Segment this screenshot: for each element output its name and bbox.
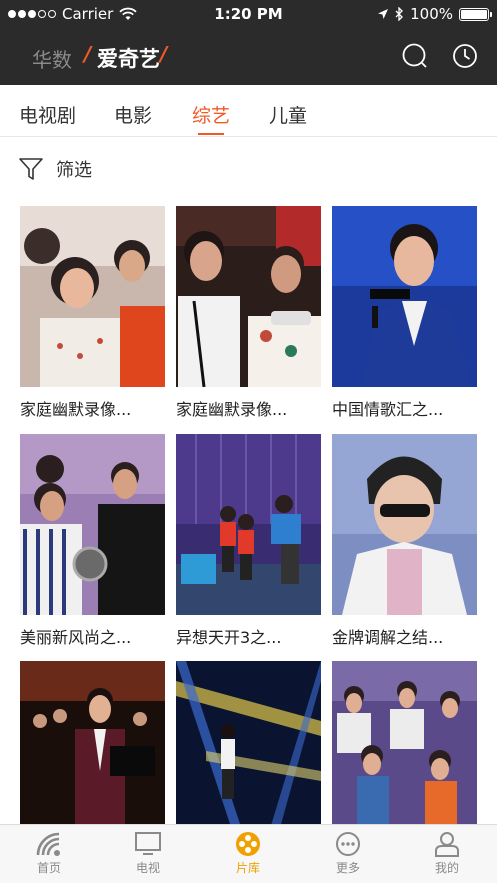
show-card[interactable]: 中国情歌汇之... bbox=[332, 206, 477, 420]
bottom-tab-me[interactable]: 我的 bbox=[417, 831, 477, 876]
show-thumbnail[interactable] bbox=[332, 661, 477, 842]
show-title: 金牌调解之结... bbox=[332, 628, 444, 647]
show-thumbnail[interactable] bbox=[176, 206, 321, 387]
battery-icon bbox=[459, 7, 492, 21]
show-card[interactable]: 金牌调解之结... bbox=[332, 434, 477, 648]
show-thumbnail[interactable] bbox=[176, 661, 321, 842]
show-card[interactable]: 家庭幽默录像... bbox=[176, 206, 321, 420]
bottom-tab-library[interactable]: 片库 bbox=[218, 831, 278, 876]
tab-movies[interactable]: 电影 bbox=[114, 101, 152, 128]
bottom-tab-label: 我的 bbox=[434, 861, 459, 875]
home-signal-icon bbox=[36, 832, 60, 856]
show-card[interactable] bbox=[332, 661, 477, 851]
top-bar: Carrier 1:20 PM 100% 华数 / 爱奇艺 / bbox=[0, 0, 497, 85]
brand-header: 华数 / 爱奇艺 / bbox=[0, 28, 497, 85]
history-clock-icon[interactable] bbox=[451, 42, 479, 70]
show-title: 异想天开3之... bbox=[176, 628, 282, 647]
show-card[interactable]: 美丽新风尚之... bbox=[20, 434, 165, 648]
category-tabs: 电视剧 电影 综艺 儿童 bbox=[0, 85, 497, 137]
show-title: 家庭幽默录像... bbox=[176, 400, 288, 419]
show-card[interactable]: 家庭幽默录像... bbox=[20, 206, 165, 420]
bottom-tab-label: 更多 bbox=[335, 861, 360, 875]
brand-huashu[interactable]: 华数 bbox=[32, 44, 72, 73]
tab-kids[interactable]: 儿童 bbox=[269, 101, 307, 128]
location-arrow-icon bbox=[378, 9, 389, 19]
show-thumbnail[interactable] bbox=[20, 434, 165, 615]
brand-slash: / bbox=[160, 42, 168, 66]
show-thumbnail[interactable] bbox=[20, 661, 165, 842]
show-card[interactable] bbox=[20, 661, 165, 851]
status-bar: Carrier 1:20 PM 100% bbox=[0, 0, 497, 28]
tv-icon bbox=[135, 832, 161, 855]
bluetooth-icon bbox=[395, 7, 404, 21]
filter-button[interactable]: 筛选 bbox=[18, 156, 92, 182]
bottom-tab-bar: 首页 电视 片库 更多 我的 bbox=[0, 824, 497, 883]
show-thumbnail[interactable] bbox=[176, 434, 321, 615]
bottom-tab-tv[interactable]: 电视 bbox=[118, 831, 178, 876]
active-tab-indicator bbox=[198, 133, 224, 135]
film-reel-icon bbox=[236, 832, 260, 856]
tab-variety[interactable]: 综艺 bbox=[192, 101, 230, 128]
show-thumbnail[interactable] bbox=[20, 206, 165, 387]
bottom-tab-label: 首页 bbox=[36, 861, 61, 875]
show-card[interactable] bbox=[176, 661, 321, 851]
show-title: 家庭幽默录像... bbox=[20, 400, 132, 419]
show-card[interactable]: 异想天开3之... bbox=[176, 434, 321, 648]
bottom-tab-more[interactable]: 更多 bbox=[318, 831, 378, 876]
brand-slash: / bbox=[84, 42, 92, 66]
bottom-tab-home[interactable]: 首页 bbox=[19, 831, 79, 876]
battery-percent: 100% bbox=[410, 5, 453, 23]
more-icon bbox=[336, 832, 360, 856]
tab-tv-series[interactable]: 电视剧 bbox=[19, 101, 76, 128]
search-icon[interactable] bbox=[401, 42, 429, 70]
brand-iqiyi[interactable]: 爱奇艺 bbox=[97, 43, 160, 73]
bottom-tab-label: 片库 bbox=[235, 861, 260, 875]
show-thumbnail[interactable] bbox=[332, 206, 477, 387]
bottom-tab-label: 电视 bbox=[135, 861, 160, 875]
show-title: 美丽新风尚之... bbox=[20, 628, 132, 647]
filter-funnel-icon bbox=[19, 158, 43, 180]
person-icon bbox=[435, 832, 459, 857]
show-thumbnail[interactable] bbox=[332, 434, 477, 615]
filter-label: 筛选 bbox=[56, 160, 92, 181]
show-title: 中国情歌汇之... bbox=[332, 400, 444, 419]
